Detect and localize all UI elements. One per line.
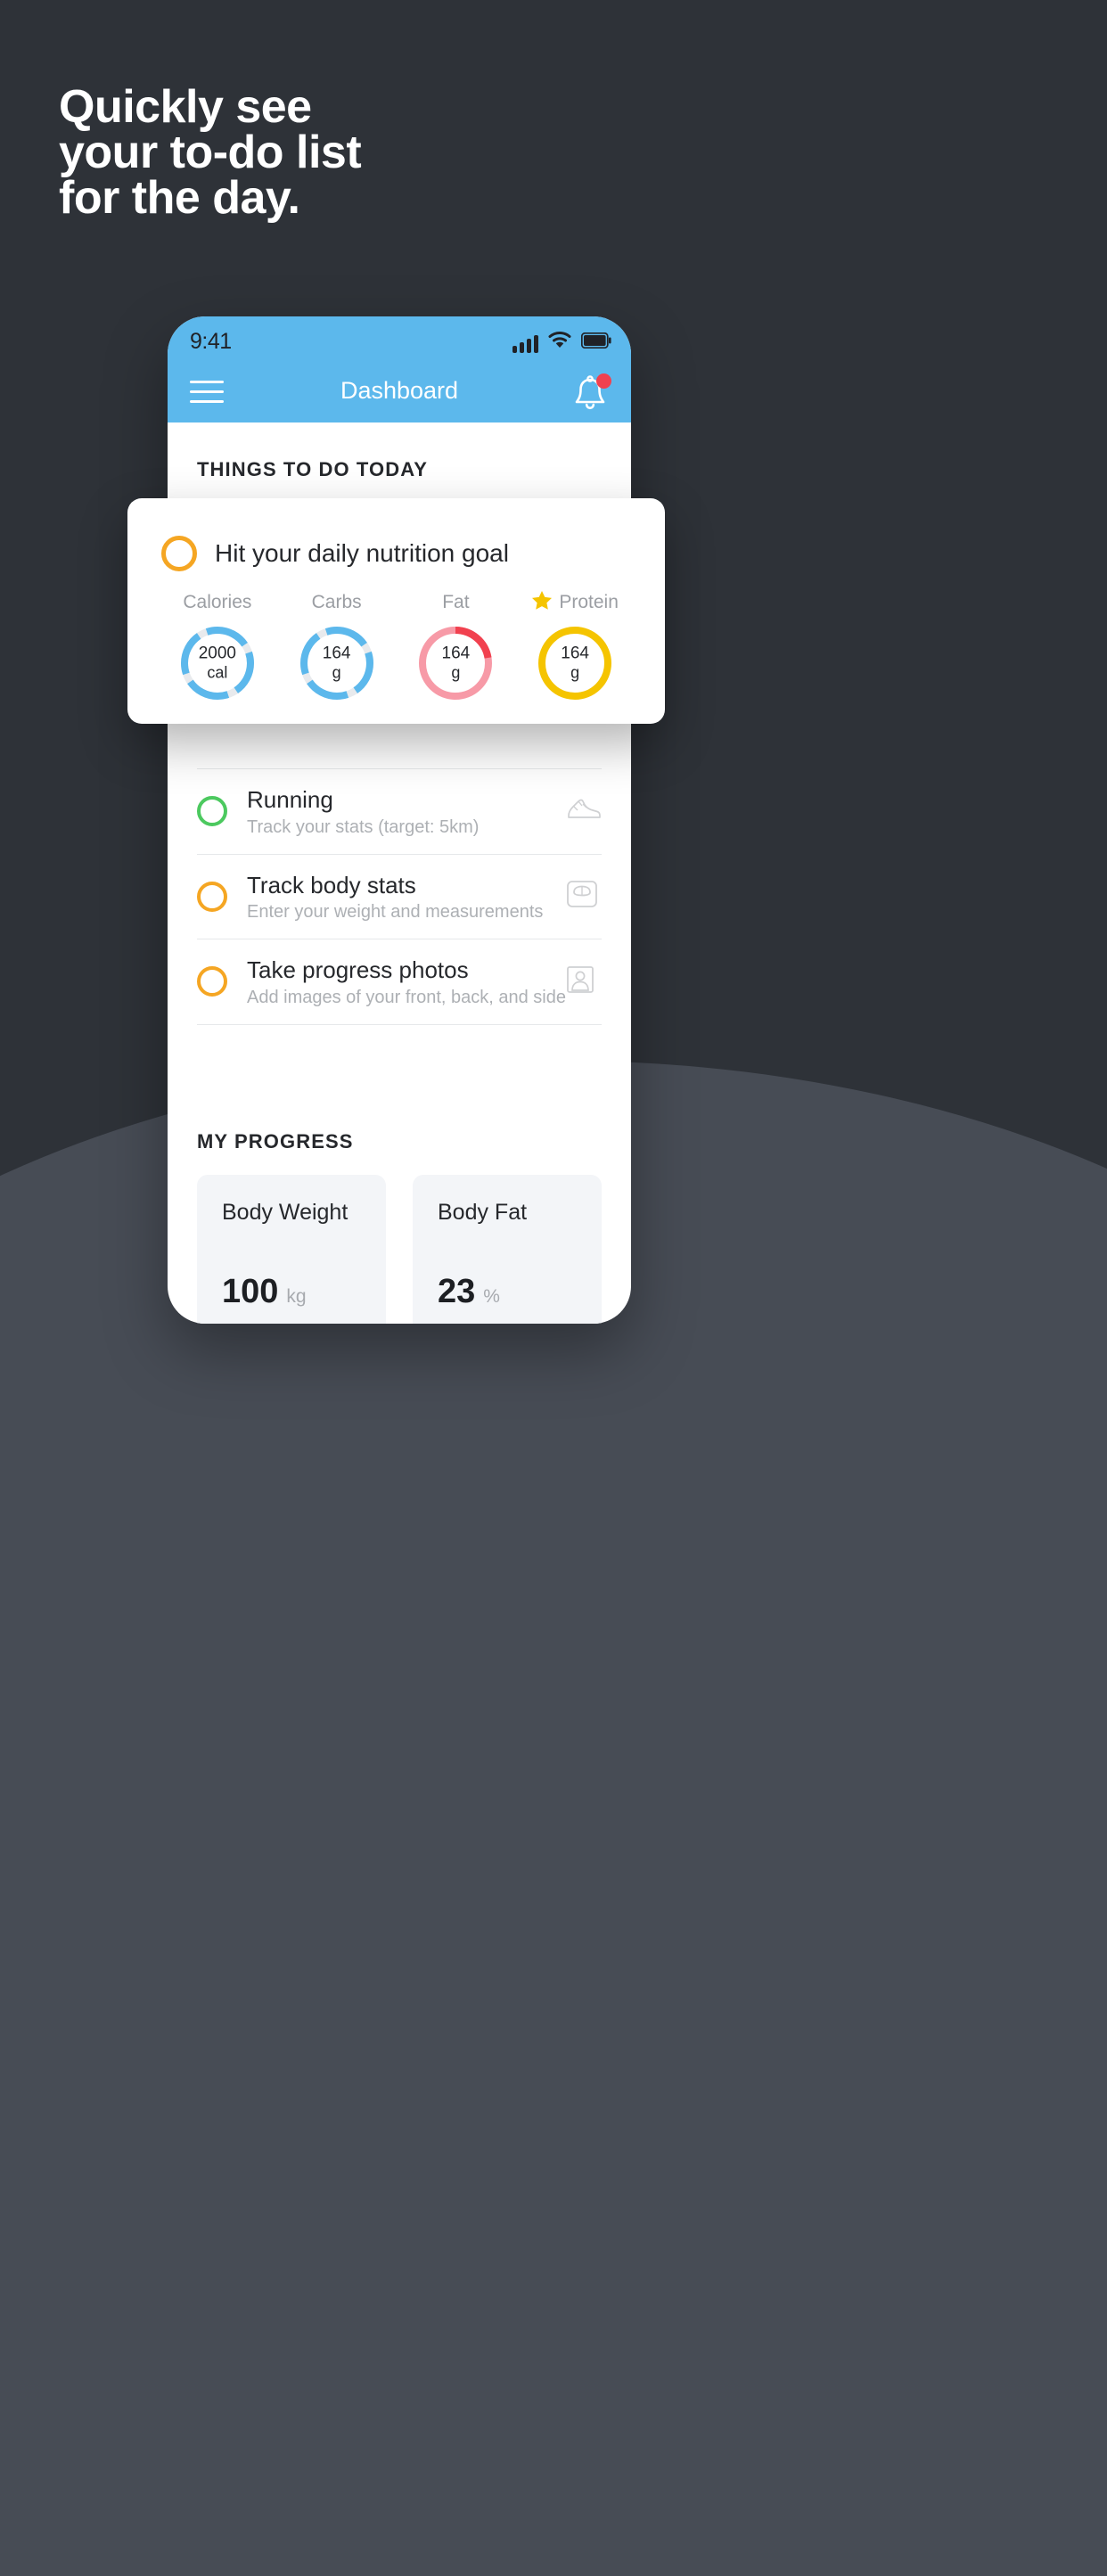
macro-list: Calories 2000 cal Carbs 164 g Fat 164 g …: [127, 571, 665, 704]
stat-value-wrap: 23%: [438, 1273, 500, 1311]
todo-subtitle: Add images of your front, back, and side: [247, 987, 566, 1007]
page-title: Quickly see your to-do list for the day.: [59, 81, 362, 224]
macro-ring-carbs: 164 g: [296, 622, 378, 704]
todo-title: Track body stats: [247, 871, 416, 898]
progress-cards: Body Weight 100 kg Body Fat 23%: [168, 1153, 631, 1325]
stat-unit: kg: [286, 1285, 307, 1307]
macro-ring-protein: 164 g: [534, 622, 616, 704]
headline-line-3: for the day.: [59, 172, 300, 224]
weight-scale-icon: [566, 878, 602, 915]
macro-unit: g: [570, 663, 580, 682]
list-item[interactable]: Take progress photos Add images of your …: [197, 939, 602, 1025]
stat-label: Body Weight: [222, 1199, 348, 1225]
macro-label-row: Carbs: [277, 591, 397, 614]
nav-title: Dashboard: [340, 377, 459, 404]
macro-calories[interactable]: Calories 2000 cal: [158, 591, 277, 704]
stat-value: 23: [438, 1272, 476, 1310]
nav-bar: Dashboard: [168, 366, 631, 422]
todo-list: Running Track your stats (target: 5km) T…: [168, 768, 631, 1025]
my-progress-heading: MY PROGRESS: [197, 1129, 354, 1153]
macro-carbs[interactable]: Carbs 164 g: [277, 591, 397, 704]
notification-bell-icon[interactable]: [570, 373, 611, 414]
macro-fat[interactable]: Fat 164 g: [397, 591, 516, 704]
star-icon: [531, 590, 553, 616]
macro-value-block: 164 g: [414, 644, 496, 683]
wifi-icon: [548, 331, 571, 353]
macro-value-block: 164 g: [296, 644, 378, 683]
todo-texts: Running Track your stats (target: 5km): [247, 785, 566, 838]
macro-label: Protein: [559, 592, 619, 612]
todo-subtitle: Track your stats (target: 5km): [247, 816, 480, 837]
nutrition-card-title: Hit your daily nutrition goal: [215, 539, 509, 567]
macro-value: 2000: [198, 644, 237, 663]
todo-checkbox-ring[interactable]: [197, 881, 227, 912]
macro-label: Calories: [183, 592, 252, 612]
macro-unit: cal: [207, 663, 228, 682]
todo-texts: Track body stats Enter your weight and m…: [247, 871, 566, 923]
todo-title: Take progress photos: [247, 956, 469, 983]
headline-line-2: your to-do list: [59, 127, 362, 178]
todo-subtitle: Enter your weight and measurements: [247, 902, 544, 922]
list-item[interactable]: Track body stats Enter your weight and m…: [197, 853, 602, 939]
stat-value-wrap: 100 kg: [222, 1273, 307, 1311]
macro-unit: g: [332, 663, 341, 682]
todo-title: Running: [247, 786, 333, 813]
stat-label: Body Fat: [438, 1199, 528, 1225]
macro-value: 164: [322, 644, 351, 663]
things-to-do-heading: THINGS TO DO TODAY: [197, 458, 428, 480]
list-item[interactable]: Running Track your stats (target: 5km): [197, 768, 602, 854]
macro-ring-fat: 164 g: [414, 622, 496, 704]
macro-ring-calories: 2000 cal: [176, 622, 258, 704]
status-bar: 9:41: [168, 316, 631, 366]
progress-photo-icon: [566, 965, 602, 998]
body-fat-sparkline: [413, 1316, 602, 1325]
macro-label-row: Protein: [515, 590, 635, 616]
nutrition-goal-card[interactable]: Hit your daily nutrition goal Calories 2…: [127, 498, 665, 724]
status-bar-time: 9:41: [190, 329, 232, 354]
body-weight-sparkline: [197, 1316, 386, 1325]
notification-badge: [596, 373, 611, 389]
macro-value-block: 2000 cal: [176, 644, 258, 683]
macro-label: Carbs: [311, 592, 362, 612]
status-bar-icons: [512, 331, 611, 353]
body-weight-card[interactable]: Body Weight 100 kg: [197, 1174, 386, 1325]
macro-label-row: Calories: [158, 591, 277, 614]
todo-texts: Take progress photos Add images of your …: [247, 956, 566, 1008]
app-header: 9:41 Dashboard: [168, 316, 631, 422]
headline-line-1: Quickly see: [59, 81, 312, 133]
macro-value: 164: [561, 644, 589, 663]
todo-checkbox-ring[interactable]: [161, 536, 197, 571]
battery-icon: [580, 332, 611, 353]
stat-unit: %: [483, 1285, 500, 1307]
macro-value: 164: [441, 644, 471, 663]
running-shoe-icon: [566, 796, 602, 827]
macro-protein[interactable]: Protein 164 g: [515, 590, 635, 704]
macro-unit: g: [451, 663, 461, 682]
todo-checkbox-ring[interactable]: [197, 966, 227, 997]
nutrition-card-header: Hit your daily nutrition goal: [127, 498, 665, 571]
todo-checkbox-ring[interactable]: [197, 796, 227, 827]
body-fat-card[interactable]: Body Fat 23%: [413, 1174, 602, 1325]
stat-value: 100: [222, 1272, 279, 1310]
macro-label-row: Fat: [397, 591, 516, 614]
macro-value-block: 164 g: [534, 644, 616, 683]
signal-bars-icon: [512, 335, 538, 353]
phone-mockup: 9:41 Dashboard THINGS TO DO TODAY Runnin…: [168, 316, 631, 1324]
macro-label: Fat: [442, 592, 470, 612]
